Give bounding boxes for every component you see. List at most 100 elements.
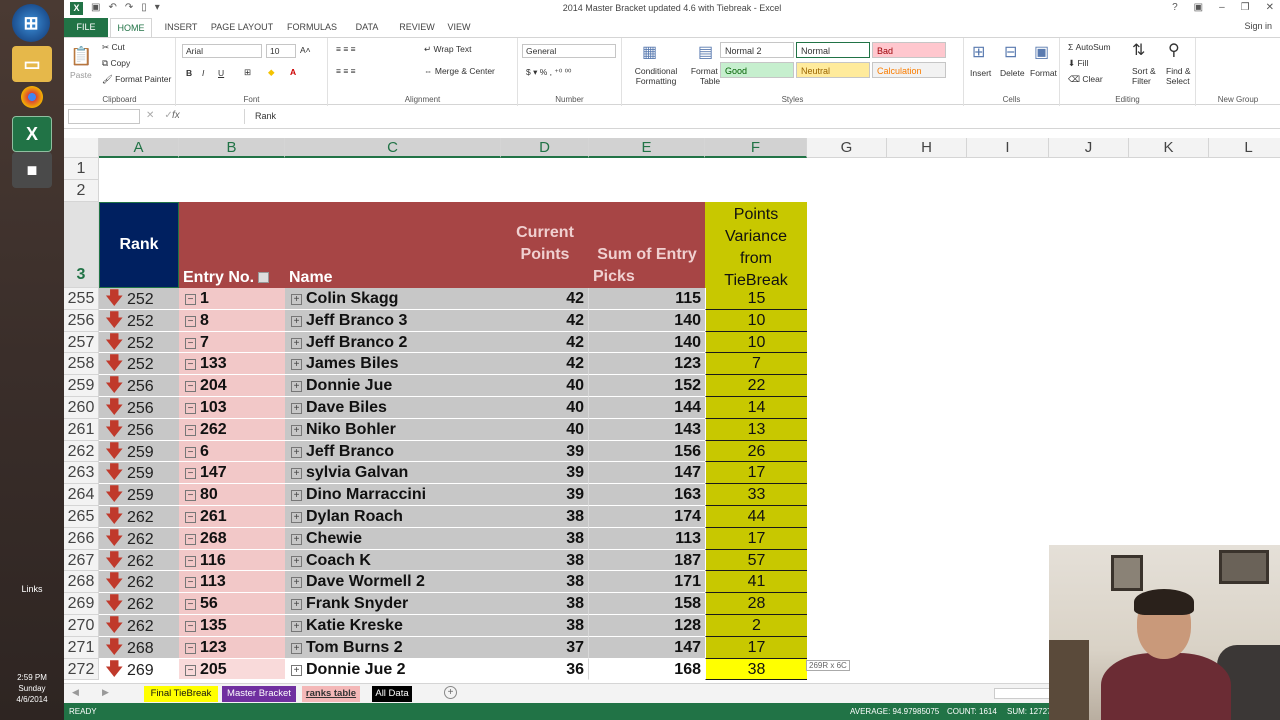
- cut-button[interactable]: ✂ Cut: [102, 42, 125, 53]
- current-points-cell[interactable]: 42: [501, 331, 589, 354]
- row-header[interactable]: 255: [64, 288, 99, 310]
- name-cell[interactable]: + Donnie Jue: [285, 375, 501, 397]
- points-variance-cell[interactable]: 15: [705, 288, 807, 310]
- name-cell[interactable]: + James Biles: [285, 353, 501, 376]
- expand-icon[interactable]: +: [291, 294, 302, 305]
- windows-start-icon[interactable]: ⊞: [12, 4, 50, 42]
- entry-cell[interactable]: −1: [179, 288, 285, 310]
- sum-entry-picks-cell[interactable]: 163: [589, 484, 705, 506]
- entry-cell[interactable]: −103: [179, 397, 285, 419]
- current-points-cell[interactable]: 40: [501, 397, 589, 419]
- header-sum-picks-2[interactable]: Picks: [593, 268, 635, 286]
- column-header-d[interactable]: D: [501, 138, 589, 158]
- name-cell[interactable]: + Jeff Branco 2: [285, 331, 501, 354]
- column-header-k[interactable]: K: [1129, 138, 1209, 158]
- current-points-cell[interactable]: 39: [501, 440, 589, 463]
- name-box[interactable]: [68, 109, 140, 124]
- rank-cell[interactable]: 🡇 256: [99, 375, 179, 397]
- current-points-cell[interactable]: 38: [501, 506, 589, 528]
- entry-cell[interactable]: −123: [179, 636, 285, 659]
- rank-cell[interactable]: 🡇 262: [99, 615, 179, 637]
- sheet-tab-final-tiebreak[interactable]: Final TieBreak: [144, 686, 218, 702]
- copy-button[interactable]: ⧉ Copy: [102, 58, 130, 69]
- select-all-corner[interactable]: [64, 138, 99, 158]
- current-points-cell[interactable]: 42: [501, 309, 589, 332]
- name-cell[interactable]: + Dino Marraccini: [285, 484, 501, 506]
- row-header[interactable]: 270: [64, 615, 99, 637]
- tab-home[interactable]: HOME: [110, 18, 152, 37]
- sum-entry-picks-cell[interactable]: 156: [589, 440, 705, 463]
- name-cell[interactable]: + sylvia Galvan: [285, 462, 501, 485]
- style-neutral[interactable]: Neutral: [796, 62, 870, 78]
- entry-cell[interactable]: −80: [179, 484, 285, 506]
- column-header-e[interactable]: E: [589, 138, 705, 158]
- tab-page-layout[interactable]: PAGE LAYOUT: [210, 18, 274, 37]
- sheet-tab-all-data[interactable]: All Data: [372, 686, 412, 702]
- number-format-select[interactable]: General: [522, 44, 616, 58]
- style-good[interactable]: Good: [720, 62, 794, 78]
- expand-icon[interactable]: +: [291, 555, 302, 567]
- expand-icon[interactable]: +: [291, 381, 302, 393]
- collapse-icon[interactable]: −: [185, 555, 196, 567]
- name-cell[interactable]: + Coach K: [285, 549, 501, 572]
- current-points-cell[interactable]: 39: [501, 462, 589, 485]
- row-header[interactable]: 261: [64, 418, 99, 441]
- points-variance-cell[interactable]: 44: [705, 506, 807, 528]
- clear-button[interactable]: ⌫ Clear: [1068, 74, 1103, 85]
- row-header[interactable]: 263: [64, 462, 99, 485]
- add-sheet-icon[interactable]: +: [444, 686, 457, 699]
- collapse-icon[interactable]: −: [185, 294, 196, 305]
- style-bad[interactable]: Bad: [872, 42, 946, 58]
- column-header-g[interactable]: G: [807, 138, 887, 158]
- sum-entry-picks-cell[interactable]: 143: [589, 418, 705, 441]
- fill-color-icon[interactable]: ◆: [268, 67, 275, 78]
- expand-icon[interactable]: +: [291, 337, 302, 349]
- tab-review[interactable]: REVIEW: [396, 18, 438, 37]
- expand-icon[interactable]: +: [291, 621, 302, 632]
- paste-button[interactable]: Paste: [70, 70, 92, 80]
- sum-entry-picks-cell[interactable]: 168: [589, 658, 705, 681]
- collapse-icon[interactable]: −: [185, 424, 196, 436]
- points-variance-cell[interactable]: 57: [705, 549, 807, 572]
- expand-icon[interactable]: +: [291, 424, 302, 436]
- row-header[interactable]: 259: [64, 375, 99, 397]
- paste-icon[interactable]: 📋: [70, 46, 92, 67]
- rank-cell[interactable]: 🡇 259: [99, 462, 179, 485]
- header-points-variance[interactable]: Points Variance from TieBreak: [705, 202, 807, 289]
- tab-view[interactable]: VIEW: [446, 18, 472, 37]
- tab-data[interactable]: DATA: [350, 18, 384, 37]
- style-normal[interactable]: Normal: [796, 42, 870, 58]
- column-header-f[interactable]: F: [705, 138, 807, 158]
- sum-entry-picks-cell[interactable]: 113: [589, 527, 705, 550]
- current-points-cell[interactable]: 42: [501, 288, 589, 310]
- expand-icon[interactable]: +: [291, 359, 302, 371]
- points-variance-cell[interactable]: 41: [705, 571, 807, 594]
- collapse-icon[interactable]: −: [185, 577, 196, 589]
- italic-button[interactable]: I: [202, 68, 204, 78]
- name-cell[interactable]: + Dave Biles: [285, 397, 501, 419]
- sign-in-link[interactable]: Sign in: [1244, 21, 1272, 31]
- align-top-icon[interactable]: ≡ ≡ ≡: [336, 44, 356, 54]
- points-variance-cell[interactable]: 17: [705, 636, 807, 659]
- points-variance-cell[interactable]: 28: [705, 593, 807, 615]
- row-header[interactable]: 271: [64, 636, 99, 659]
- font-name-select[interactable]: Arial: [182, 44, 262, 58]
- tab-insert[interactable]: INSERT: [162, 18, 200, 37]
- column-header-b[interactable]: B: [179, 138, 285, 158]
- rank-cell[interactable]: 🡇 262: [99, 527, 179, 550]
- sum-entry-picks-cell[interactable]: 115: [589, 288, 705, 310]
- points-variance-cell[interactable]: 17: [705, 462, 807, 485]
- sum-entry-picks-cell[interactable]: 187: [589, 549, 705, 572]
- grow-font-icon[interactable]: A˄: [300, 45, 311, 55]
- row-header[interactable]: 257: [64, 331, 99, 354]
- entry-cell[interactable]: −7: [179, 331, 285, 354]
- entry-cell[interactable]: −6: [179, 440, 285, 463]
- currency-icon[interactable]: $ ▾ % , ⁺⁰ ⁰⁰: [526, 67, 571, 78]
- taskbar-clock[interactable]: 2:59 PM Sunday 4/6/2014: [0, 672, 64, 705]
- rank-cell[interactable]: 🡇 256: [99, 397, 179, 419]
- expand-icon[interactable]: +: [291, 577, 302, 589]
- column-header-a[interactable]: A: [99, 138, 179, 158]
- points-variance-cell[interactable]: 7: [705, 353, 807, 376]
- points-variance-cell[interactable]: 38: [705, 658, 807, 681]
- current-points-cell[interactable]: 40: [501, 418, 589, 441]
